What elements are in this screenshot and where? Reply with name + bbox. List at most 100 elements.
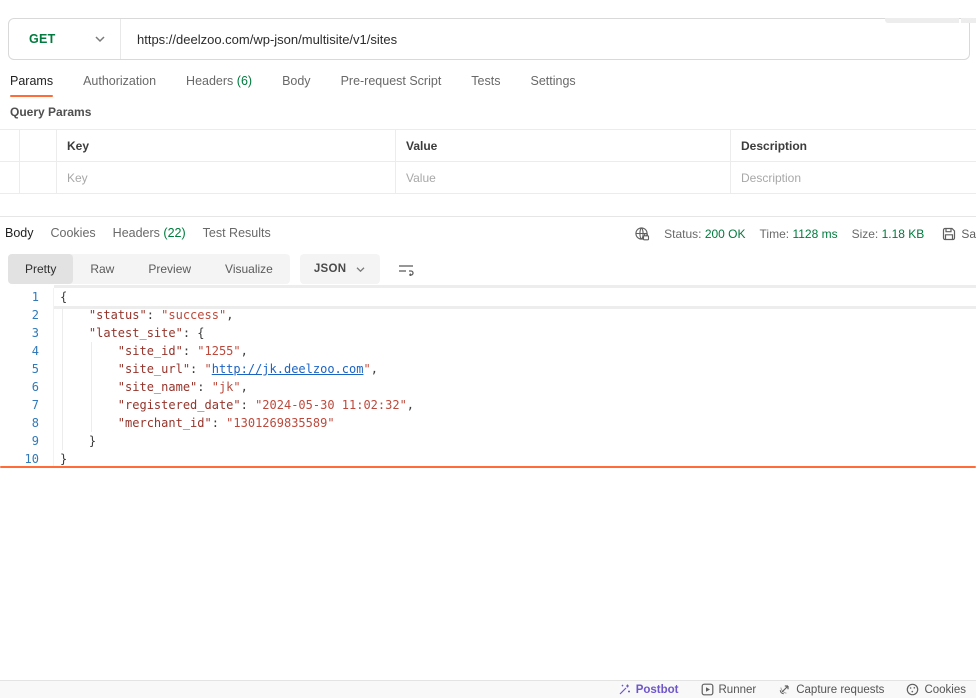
- postbot-button[interactable]: Postbot: [618, 683, 679, 696]
- code-line[interactable]: 5 "site_url": "http://jk.deelzoo.com",: [0, 360, 976, 378]
- wrap-lines-icon: [398, 262, 414, 276]
- mode-raw[interactable]: Raw: [73, 254, 131, 284]
- response-tab-body[interactable]: Body: [5, 226, 34, 248]
- code-line[interactable]: 6 "site_name": "jk",: [0, 378, 976, 396]
- params-input-row: [0, 161, 976, 193]
- indent-guide: [91, 342, 92, 360]
- line-number: 7: [0, 396, 54, 414]
- code-line[interactable]: 1{: [0, 288, 976, 306]
- code-token: ,: [241, 380, 248, 394]
- response-tab-cookies[interactable]: Cookies: [51, 226, 96, 248]
- headers-count: (6): [237, 74, 252, 88]
- response-headers-count: (22): [163, 226, 185, 240]
- code-line[interactable]: 10}: [0, 450, 976, 468]
- code-token: }: [89, 434, 96, 448]
- line-number: 2: [0, 306, 54, 324]
- column-header-value: Value: [395, 130, 730, 161]
- checkbox-column: [19, 130, 56, 161]
- response-meta: Status: 200 OK Time: 1128 ms Size: 1.18 …: [634, 226, 976, 242]
- cookies-label: Cookies: [924, 684, 966, 696]
- param-value-input[interactable]: [406, 171, 730, 185]
- response-tab-headers[interactable]: Headers (22): [113, 226, 186, 248]
- language-dropdown[interactable]: JSON: [300, 254, 381, 284]
- cookies-button[interactable]: Cookies: [906, 683, 966, 696]
- code-token: "merchant_id": [118, 416, 212, 430]
- code-line[interactable]: 4 "site_id": "1255",: [0, 342, 976, 360]
- response-body-editor[interactable]: 1{2 "status": "success",3 "latest_site":…: [0, 288, 976, 468]
- save-response-button[interactable]: Sa: [942, 227, 976, 241]
- code-token: :: [241, 398, 255, 412]
- code-line[interactable]: 9 }: [0, 432, 976, 450]
- tab-tests[interactable]: Tests: [471, 74, 500, 97]
- code-line[interactable]: 3 "latest_site": {: [0, 324, 976, 342]
- indent-guide: [62, 432, 63, 450]
- indent-guide: [62, 378, 63, 396]
- code-lines: 1{2 "status": "success",3 "latest_site":…: [0, 288, 976, 468]
- code-token: "success": [161, 308, 226, 322]
- size-label: Size:: [852, 227, 879, 241]
- url-input[interactable]: [121, 19, 969, 59]
- param-key-input[interactable]: [67, 171, 395, 185]
- postbot-label: Postbot: [636, 684, 679, 696]
- language-label: JSON: [314, 263, 347, 275]
- code-token: ": [205, 362, 212, 376]
- viewer-toolbar: Pretty Raw Preview Visualize JSON: [8, 254, 976, 284]
- line-number: 8: [0, 414, 54, 432]
- capture-requests-label: Capture requests: [796, 684, 884, 696]
- mode-visualize[interactable]: Visualize: [208, 254, 290, 284]
- code-token: "registered_date": [118, 398, 241, 412]
- indent-guide: [62, 342, 63, 360]
- query-params-table: Key Value Description: [0, 129, 976, 194]
- column-header-description: Description: [730, 130, 976, 161]
- indent-guide: [91, 360, 92, 378]
- save-label: Sa: [961, 227, 976, 241]
- json-url-link[interactable]: http://jk.deelzoo.com: [212, 362, 364, 376]
- indent-guide: [62, 306, 63, 324]
- code-line[interactable]: 2 "status": "success",: [0, 306, 976, 324]
- tab-params[interactable]: Params: [10, 74, 53, 97]
- param-description-input[interactable]: [741, 171, 976, 185]
- code-line[interactable]: 7 "registered_date": "2024-05-30 11:02:3…: [0, 396, 976, 414]
- time-value: 1128 ms: [792, 227, 837, 241]
- indent-guide: [62, 414, 63, 432]
- save-icon: [942, 227, 956, 241]
- code-token: }: [60, 452, 67, 466]
- indent-guide: [62, 360, 63, 378]
- code-token: [60, 362, 118, 376]
- code-token: :: [183, 344, 197, 358]
- bottom-status-bar: Postbot Runner Capture requests Cookies: [0, 680, 976, 698]
- mode-preview[interactable]: Preview: [131, 254, 208, 284]
- code-token: [60, 326, 89, 340]
- runner-button[interactable]: Runner: [701, 683, 757, 696]
- code-token: "latest_site": [89, 326, 183, 340]
- indent-guide: [62, 396, 63, 414]
- wand-icon: [618, 683, 631, 696]
- network-globe-lock-icon[interactable]: [634, 226, 650, 242]
- top-right-partial-element: [885, 18, 976, 23]
- tab-settings[interactable]: Settings: [530, 74, 575, 97]
- tab-pre-request-script[interactable]: Pre-request Script: [341, 74, 442, 97]
- code-line[interactable]: 8 "merchant_id": "1301269835589": [0, 414, 976, 432]
- code-token: "status": [89, 308, 147, 322]
- line-number: 9: [0, 432, 54, 450]
- mode-pretty[interactable]: Pretty: [8, 254, 73, 284]
- time-group: Time: 1128 ms: [760, 227, 838, 241]
- indent-guide: [91, 396, 92, 414]
- response-tab-test-results[interactable]: Test Results: [203, 226, 271, 248]
- tab-headers[interactable]: Headers (6): [186, 74, 252, 97]
- method-selector[interactable]: GET: [9, 19, 121, 59]
- code-token: "jk": [212, 380, 241, 394]
- code-token: [60, 308, 89, 322]
- code-token: [60, 344, 118, 358]
- code-token: :: [197, 380, 211, 394]
- response-section: Body Cookies Headers (22) Test Results S…: [0, 216, 976, 468]
- line-number: 3: [0, 324, 54, 342]
- params-header-row: Key Value Description: [0, 130, 976, 161]
- capture-requests-button[interactable]: Capture requests: [778, 683, 884, 696]
- tab-body[interactable]: Body: [282, 74, 311, 97]
- tab-authorization[interactable]: Authorization: [83, 74, 156, 97]
- code-token: ": [363, 362, 370, 376]
- drag-handle-column: [0, 130, 19, 161]
- wrap-lines-button[interactable]: [398, 262, 414, 276]
- code-token: {: [60, 290, 67, 304]
